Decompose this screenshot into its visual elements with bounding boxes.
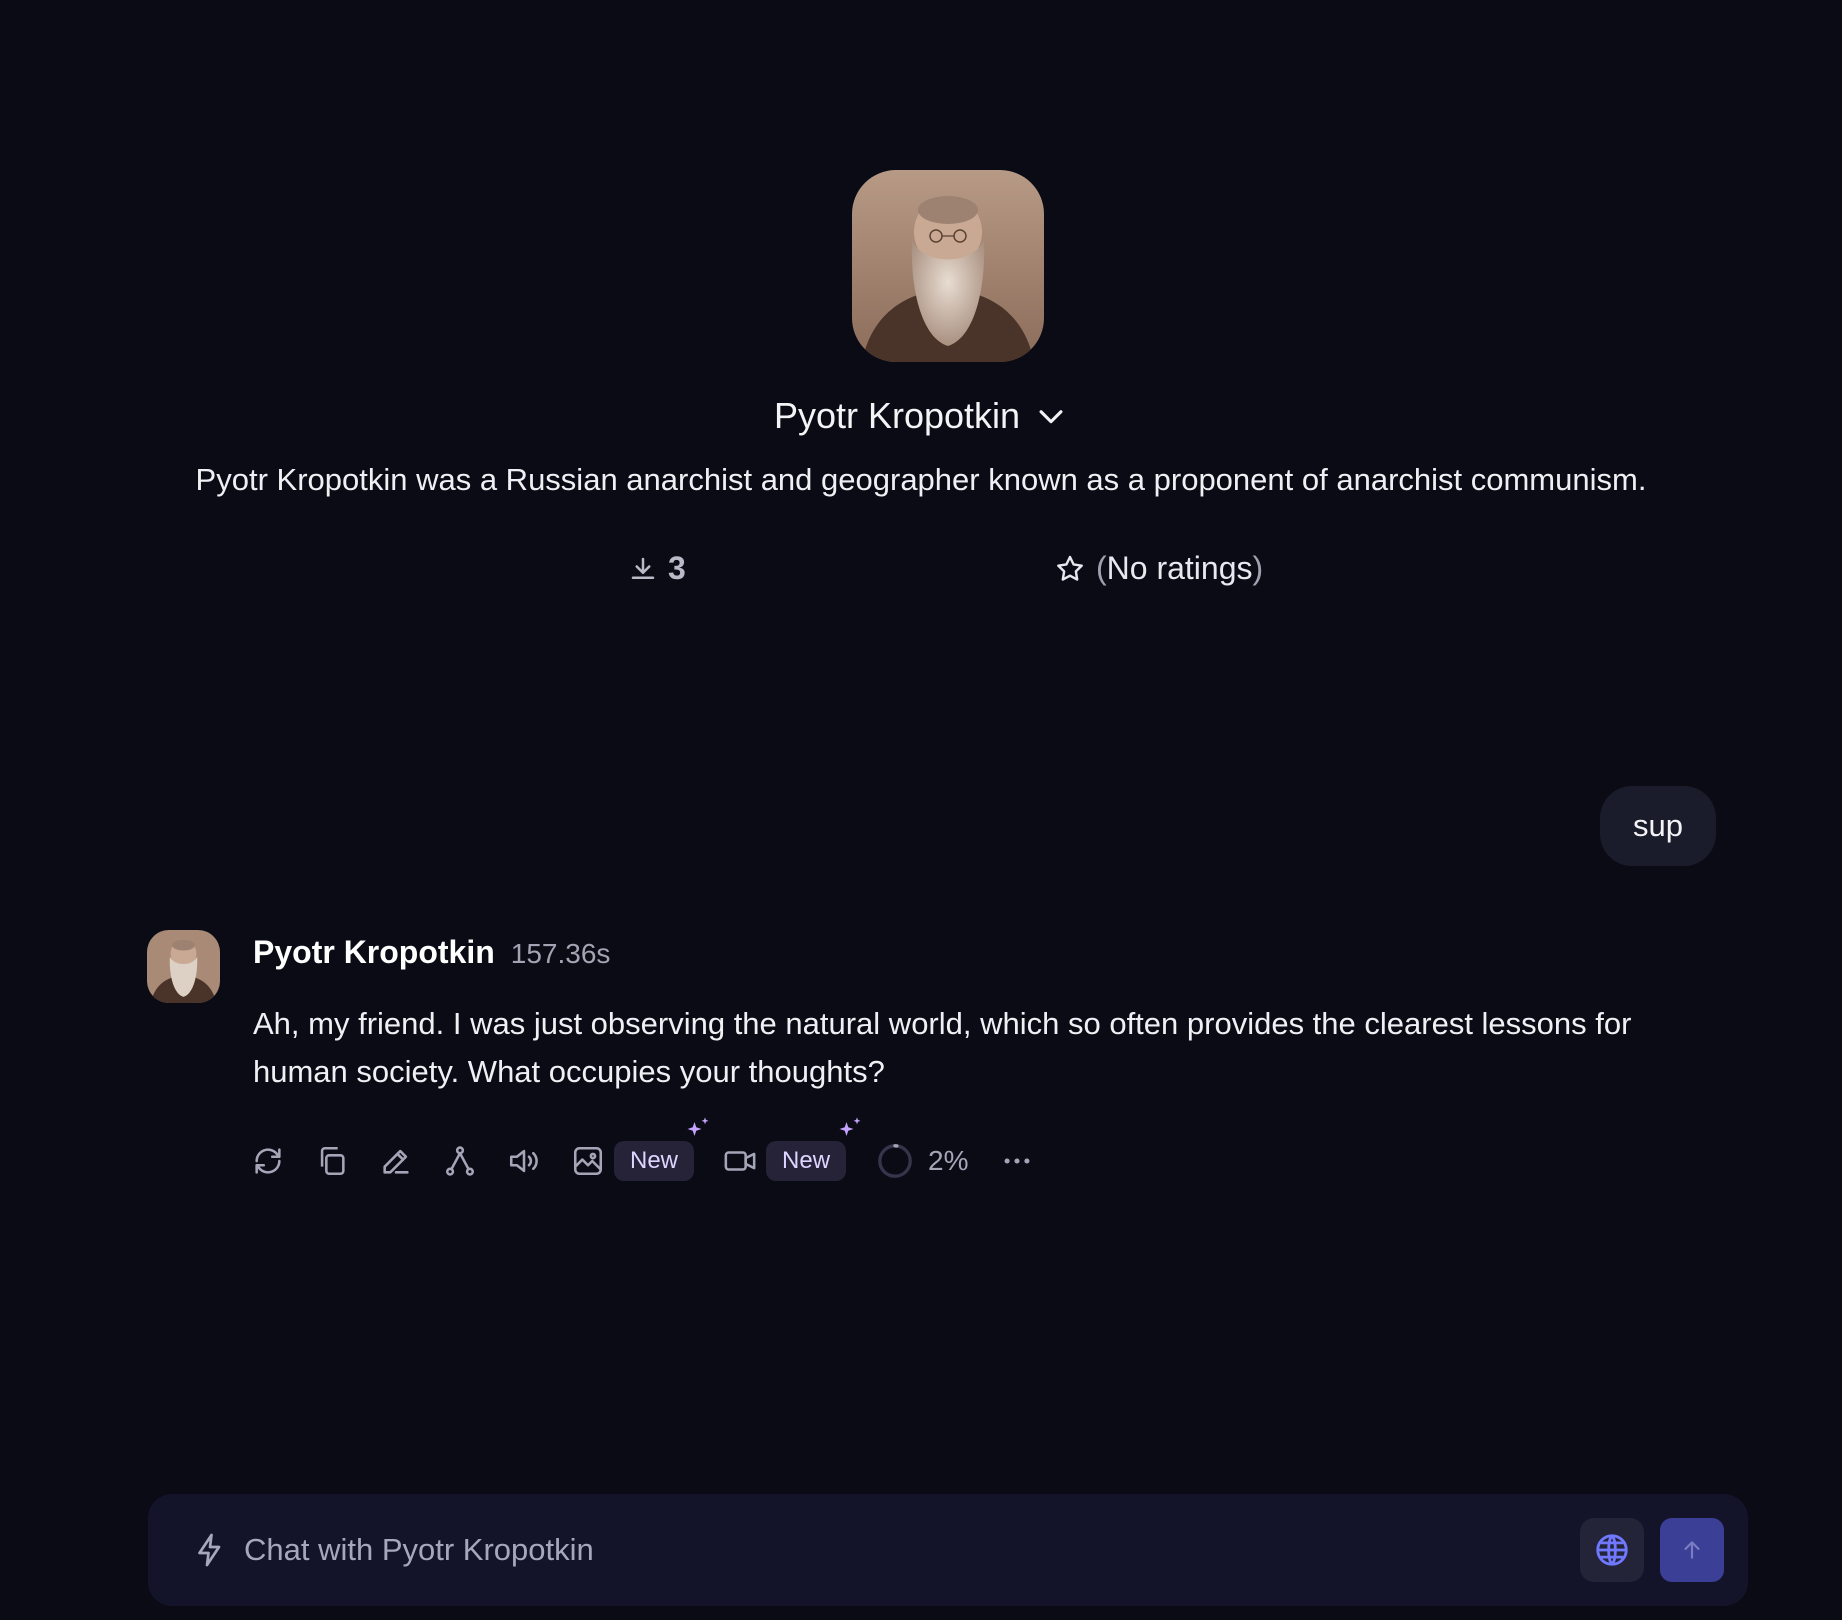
image-icon bbox=[573, 1146, 603, 1176]
star-icon bbox=[1054, 553, 1086, 585]
bot-message-header: Pyotr Kropotkin 157.36s bbox=[253, 934, 610, 971]
progress-ring-icon bbox=[878, 1144, 912, 1178]
rating-close-paren: ) bbox=[1252, 550, 1264, 586]
download-count-value: 3 bbox=[668, 550, 686, 586]
chat-input-bar bbox=[148, 1494, 1748, 1606]
new-badge-label: New bbox=[766, 1141, 847, 1181]
regenerate-icon bbox=[255, 1148, 281, 1174]
send-button[interactable] bbox=[1660, 1518, 1724, 1582]
character-name-dropdown[interactable]: Pyotr Kropotkin bbox=[0, 395, 1842, 437]
arrow-up-icon bbox=[1684, 1541, 1700, 1559]
portrait-image bbox=[147, 930, 220, 1003]
sparkle-icon bbox=[687, 1117, 709, 1136]
progress-indicator: 2% bbox=[876, 1142, 969, 1180]
copy-icon bbox=[320, 1146, 345, 1176]
response-time: 157.36s bbox=[510, 938, 611, 969]
speak-button[interactable] bbox=[506, 1143, 542, 1179]
user-message-text: sup bbox=[1633, 808, 1683, 843]
generate-image-button[interactable] bbox=[570, 1143, 606, 1179]
character-name: Pyotr Kropotkin bbox=[773, 395, 1021, 436]
download-count: 3 bbox=[628, 550, 686, 587]
more-icon bbox=[1004, 1158, 1029, 1164]
chat-page: Pyotr Kropotkin Pyotr Kropotkin was a Ru… bbox=[0, 0, 1842, 1620]
sparkle-icon bbox=[839, 1117, 861, 1136]
portrait-image bbox=[852, 170, 1044, 362]
new-badge-label: New bbox=[614, 1141, 695, 1181]
character-avatar bbox=[852, 170, 1044, 362]
user-message-bubble: sup bbox=[1600, 786, 1716, 866]
more-options-button[interactable] bbox=[999, 1143, 1035, 1179]
chat-input-field[interactable] bbox=[244, 1522, 1524, 1578]
regenerate-button[interactable] bbox=[250, 1143, 286, 1179]
bot-message-text: Ah, my friend. I was just observing the … bbox=[253, 1006, 1632, 1089]
edit-button[interactable] bbox=[378, 1143, 414, 1179]
bot-author-name: Pyotr Kropotkin bbox=[253, 934, 495, 970]
rating-text: No ratings bbox=[1106, 550, 1253, 586]
download-icon bbox=[628, 554, 658, 584]
video-new-badge[interactable]: New bbox=[766, 1117, 861, 1181]
lightning-icon[interactable] bbox=[192, 1532, 228, 1568]
generate-video-button[interactable] bbox=[722, 1143, 758, 1179]
character-description: Pyotr Kropotkin was a Russian anarchist … bbox=[195, 462, 1647, 497]
branch-button[interactable] bbox=[442, 1143, 478, 1179]
web-search-button[interactable] bbox=[1580, 1518, 1644, 1582]
video-icon bbox=[724, 1151, 756, 1171]
chevron-down-icon bbox=[1034, 399, 1068, 433]
message-actions-toolbar: New New 2% bbox=[250, 1117, 1035, 1187]
copy-button[interactable] bbox=[314, 1143, 350, 1179]
rating-open-paren: ( bbox=[1096, 550, 1107, 586]
image-new-badge[interactable]: New bbox=[614, 1117, 709, 1181]
edit-icon bbox=[383, 1149, 409, 1174]
bot-avatar[interactable] bbox=[147, 930, 220, 1003]
progress-percent: 2% bbox=[928, 1145, 969, 1176]
branch-icon bbox=[445, 1146, 475, 1176]
globe-icon bbox=[1596, 1534, 1628, 1566]
speaker-icon bbox=[509, 1149, 538, 1173]
rating-display[interactable]: (No ratings) bbox=[1054, 550, 1263, 587]
